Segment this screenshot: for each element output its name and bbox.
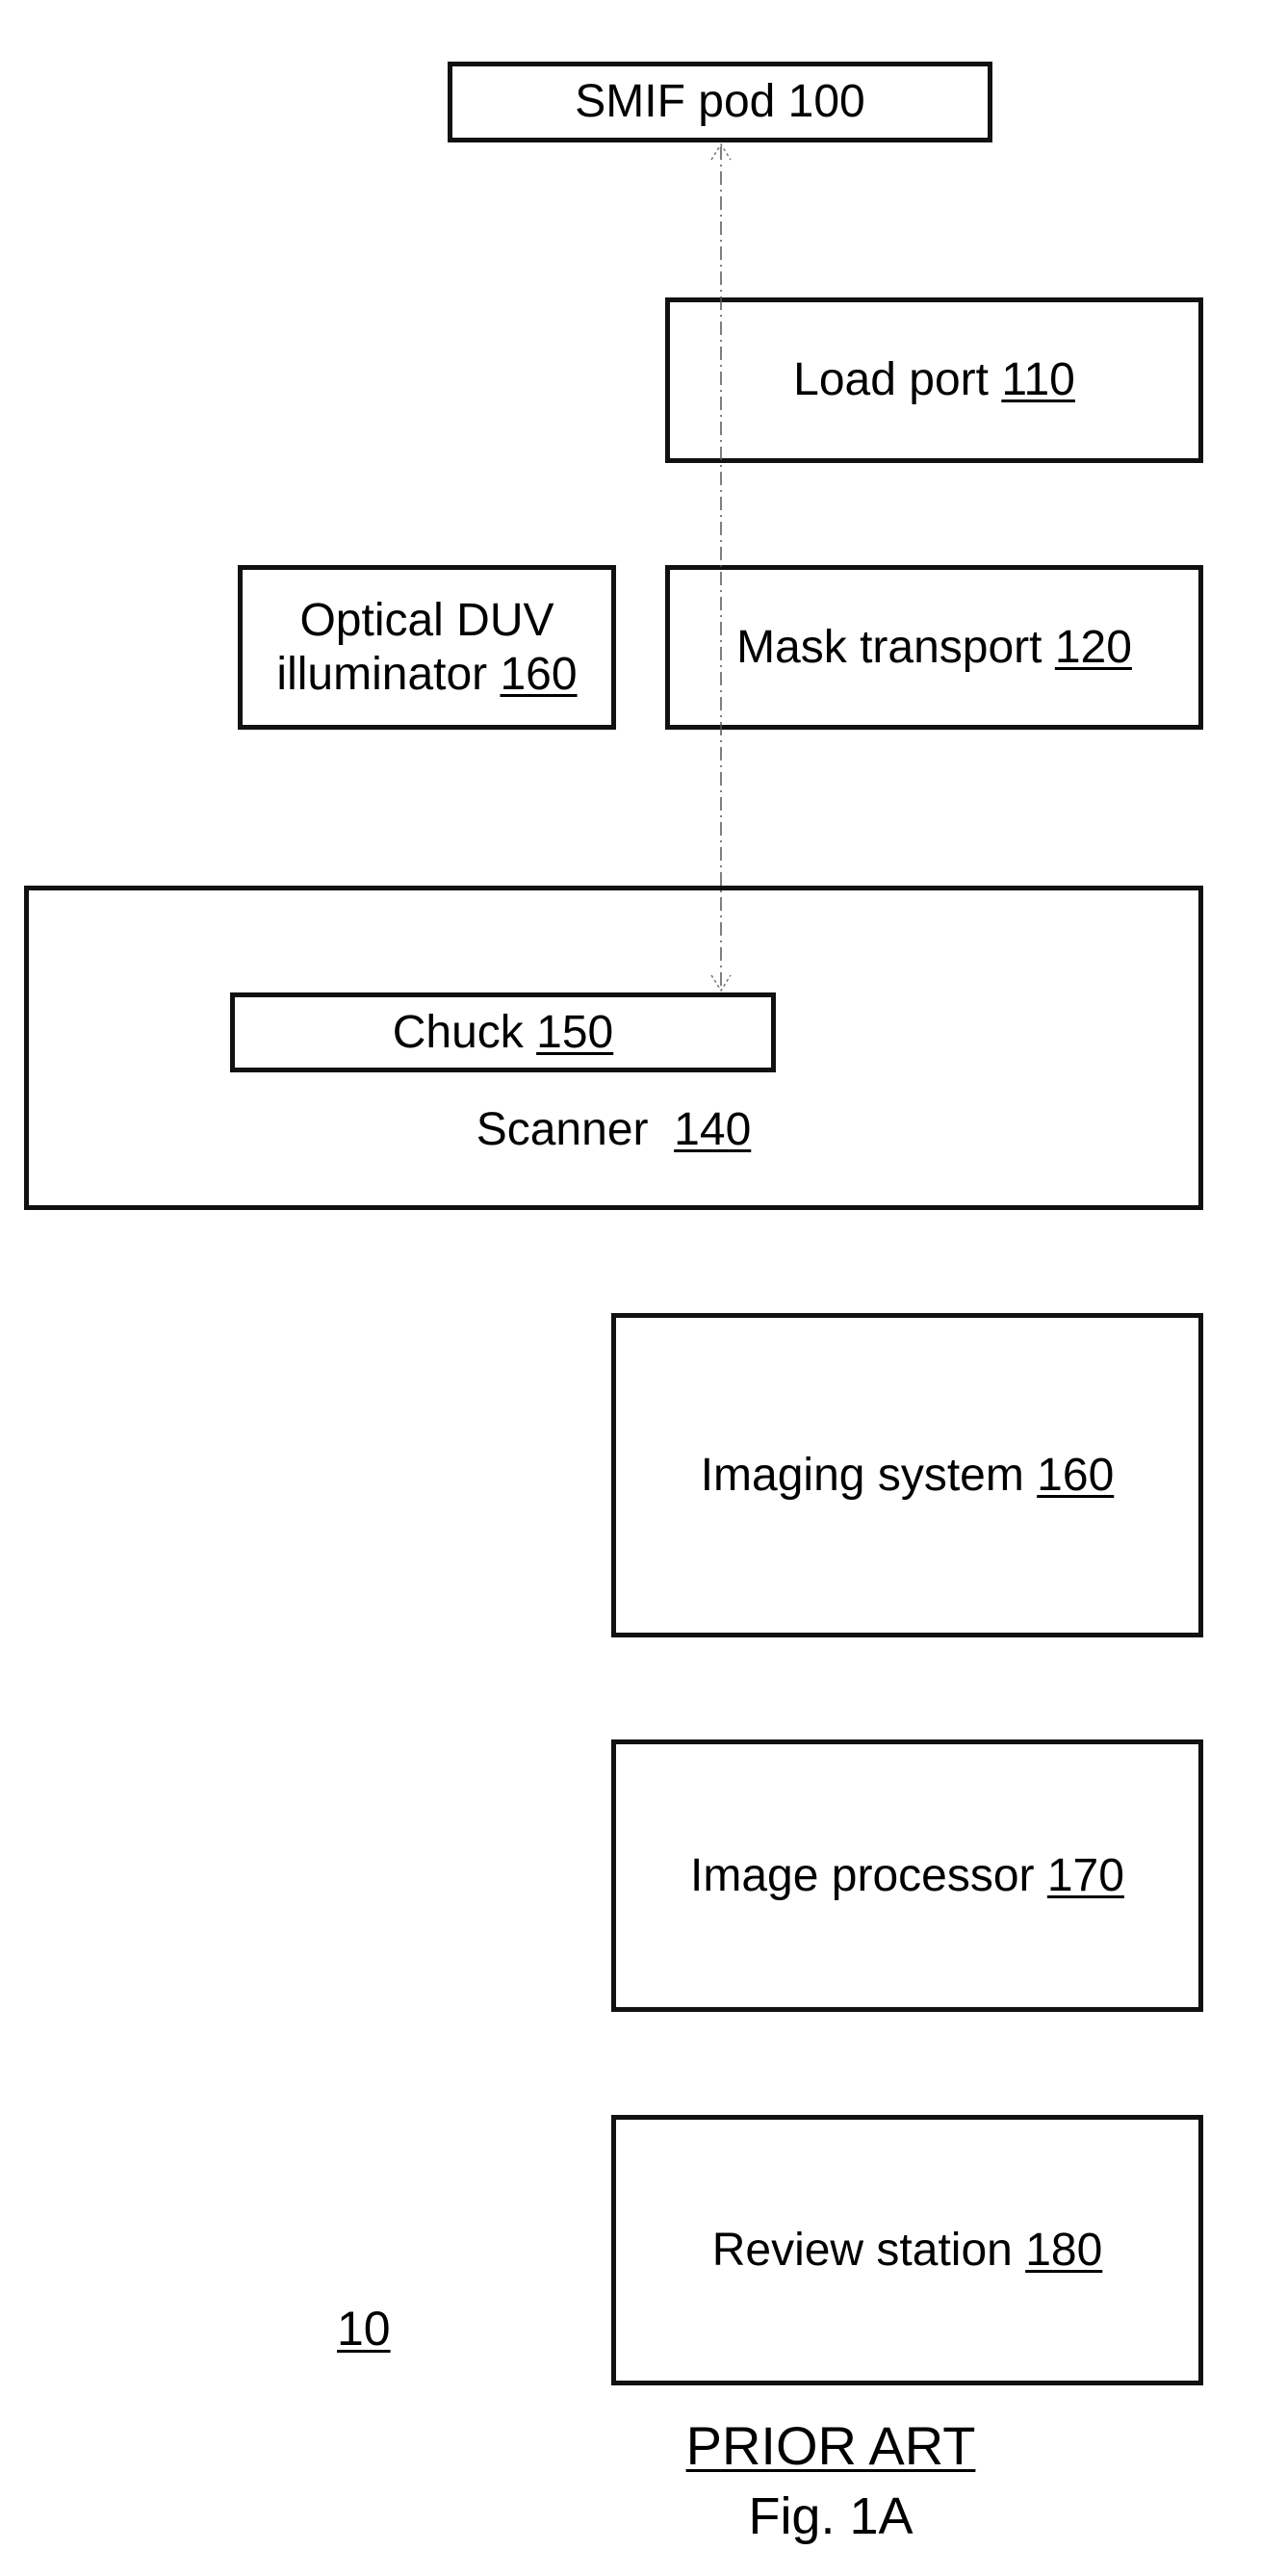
optical-duv-illuminator-label-line2: illuminator [276,648,501,700]
load-port-text: Load port 110 [793,353,1075,407]
chuck-label: Chuck [392,1006,537,1058]
mask-transport-label: Mask transport [736,621,1055,673]
chuck-block: Chuck 150 [230,992,776,1072]
load-port-label: Load port [793,354,1002,405]
chuck-text: Chuck 150 [393,1006,613,1060]
optical-duv-illuminator-ref: 160 [500,648,578,700]
image-processor-ref: 170 [1046,1849,1124,1901]
smif-pod-block: SMIF pod 100 [448,62,992,142]
review-station-text: Review station 180 [712,2224,1103,2278]
mask-transport-text: Mask transport 120 [736,621,1132,675]
system-ref-numeral: 10 [337,2302,391,2356]
review-station-label: Review station [711,2224,1026,2276]
figure-number-caption: Fig. 1A [748,2487,914,2545]
scanner-text: Scanner 140 [24,1103,1203,1157]
imaging-system-block: Imaging system 160 [611,1313,1203,1637]
image-processor-text: Image processor 170 [690,1849,1124,1903]
prior-art-caption: PRIOR ART [685,2415,976,2476]
arrowhead-up-icon [710,142,732,161]
chuck-ref: 150 [536,1006,614,1058]
smif-pod-label: SMIF pod 100 [575,76,865,127]
scanner-ref: 140 [674,1104,752,1155]
imaging-system-text: Imaging system 160 [701,1449,1115,1503]
mask-transport-block: Mask transport 120 [665,565,1203,730]
load-port-ref: 110 [1001,354,1075,405]
image-processor-block: Image processor 170 [611,1739,1203,2012]
imaging-system-label: Imaging system [700,1449,1038,1501]
load-port-block: Load port 110 [665,297,1203,463]
imaging-system-ref: 160 [1037,1449,1115,1501]
optical-duv-illuminator-text: Optical DUV illuminator 160 [276,594,577,702]
optical-duv-illuminator-label-line1: Optical DUV [299,594,554,646]
optical-duv-illuminator-block: Optical DUV illuminator 160 [238,565,616,730]
scanner-label: Scanner [476,1104,675,1155]
review-station-ref: 180 [1025,2224,1103,2276]
review-station-block: Review station 180 [611,2115,1203,2385]
image-processor-label: Image processor [690,1849,1047,1901]
mask-transport-ref: 120 [1054,621,1132,673]
